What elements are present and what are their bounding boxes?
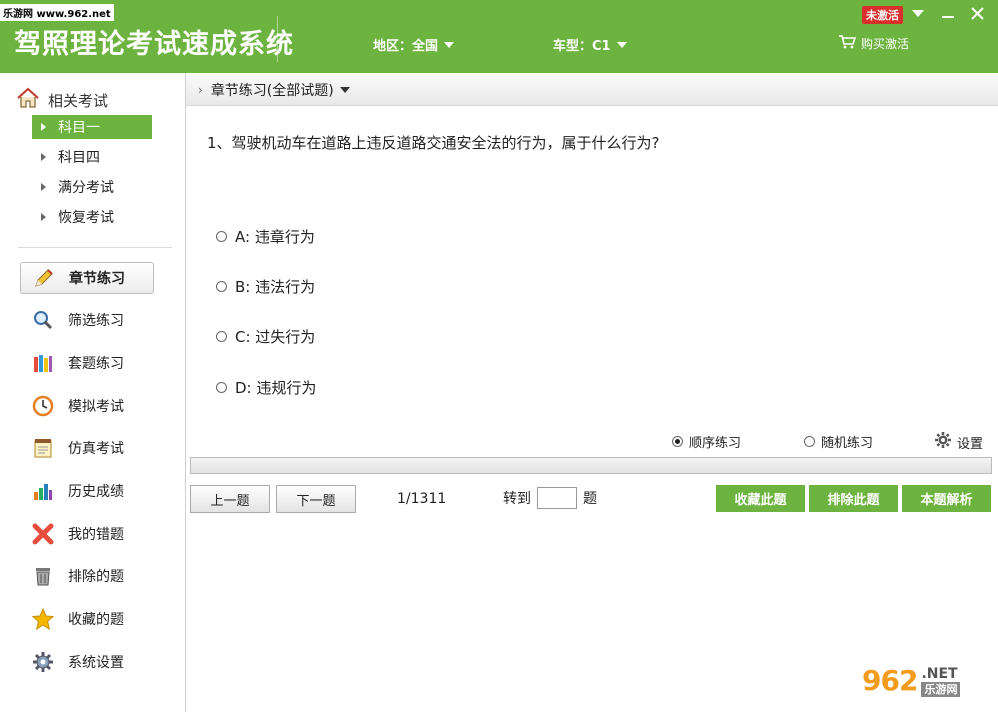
page-indicator: 1/1311 (397, 491, 447, 507)
radio-button[interactable] (216, 281, 227, 292)
books-icon (32, 352, 54, 374)
nav-filter-practice[interactable]: 筛选练习 (20, 304, 154, 336)
goto-label: 转到 (503, 491, 531, 507)
progress-bar (190, 457, 992, 474)
chevron-right-icon (41, 153, 46, 161)
menu-dropdown-icon[interactable] (909, 4, 927, 22)
option-a[interactable]: A: 违章行为 (216, 226, 315, 247)
app-header: 乐游网 www.962.net 驾照理论考试速成系统 地区：全国 车型：C1 购… (0, 0, 998, 73)
close-icon[interactable] (968, 4, 986, 22)
next-question-button[interactable]: 下一题 (276, 485, 356, 513)
region-label: 地区：全国 (373, 39, 439, 54)
app-title: 驾照理论考试速成系统 (14, 29, 294, 60)
option-d[interactable]: D: 违规行为 (216, 377, 316, 398)
chevron-right-icon (41, 213, 46, 221)
question-text: 1、驾驶机动车在道路上违反道路交通安全法的行为，属于什么行为? (207, 134, 660, 152)
chevron-right-icon (41, 183, 46, 191)
nav-mock-exam[interactable]: 模拟考试 (20, 390, 154, 422)
watermark-logo: 962 (862, 664, 918, 697)
chevron-right-icon: › (198, 83, 203, 97)
mode-sequential[interactable]: 顺序练习 (672, 432, 741, 451)
radio-button[interactable] (804, 436, 815, 447)
vehicle-dropdown[interactable]: 车型：C1 (553, 35, 627, 54)
chevron-right-icon (41, 123, 46, 131)
chevron-down-icon (339, 87, 350, 93)
question-explanation-button[interactable]: 本题解析 (902, 485, 991, 512)
home-icon (16, 87, 40, 113)
sidebar-subject-1[interactable]: 科目一 (32, 115, 152, 139)
chevron-down-icon (616, 41, 627, 48)
radio-button[interactable] (216, 231, 227, 242)
buy-label: 购买激活 (861, 36, 910, 51)
radio-button[interactable] (216, 382, 227, 393)
goto-suffix: 题 (583, 491, 597, 507)
mode-random[interactable]: 随机练习 (804, 432, 873, 451)
option-b[interactable]: B: 违法行为 (216, 276, 315, 297)
favorite-question-button[interactable]: 收藏此题 (716, 485, 805, 512)
watermark-top: 乐游网 www.962.net (0, 4, 114, 21)
breadcrumb-label: 章节练习(全部试题) (210, 83, 334, 99)
nav-excluded-questions[interactable]: 排除的题 (20, 560, 154, 592)
option-c[interactable]: C: 过失行为 (216, 326, 315, 347)
sidebar-recovery-exam[interactable]: 恢复考试 (32, 205, 152, 229)
nav-history-scores[interactable]: 历史成绩 (20, 475, 154, 507)
x-mark-icon (32, 523, 54, 545)
related-exams-header: 相关考试 (16, 87, 108, 113)
radio-button[interactable] (216, 331, 227, 342)
watermark-net: .NET (921, 666, 958, 682)
nav-simulation-exam[interactable]: 仿真考试 (20, 432, 154, 464)
vehicle-label: 车型：C1 (553, 39, 611, 54)
cart-icon (838, 34, 857, 52)
nav-set-practice[interactable]: 套题练习 (20, 347, 154, 379)
prev-question-button[interactable]: 上一题 (190, 485, 270, 513)
nav-chapter-practice[interactable]: 章节练习 (20, 262, 154, 294)
star-icon (32, 608, 54, 630)
sidebar-full-score-exam[interactable]: 满分考试 (32, 175, 152, 199)
header-divider (277, 16, 278, 62)
sidebar-divider (18, 247, 172, 248)
bar-chart-icon (32, 480, 54, 502)
magnifier-icon (32, 309, 54, 331)
breadcrumb[interactable]: › 章节练习(全部试题) (186, 75, 998, 106)
related-exams-title: 相关考试 (48, 91, 109, 110)
settings-button[interactable]: 设置 (935, 432, 983, 452)
chevron-down-icon (444, 41, 455, 48)
sidebar-subject-4[interactable]: 科目四 (32, 145, 152, 169)
sidebar: 相关考试 科目一 科目四 满分考试 恢复考试 章节练习 筛选练习 套题练习 模拟… (0, 73, 186, 712)
gear-icon (935, 432, 951, 452)
clock-icon (32, 395, 54, 417)
watermark-bottom: 962 .NET 乐游网 (862, 664, 961, 697)
exclude-question-button[interactable]: 排除此题 (809, 485, 898, 512)
goto-control: 转到 题 (503, 487, 597, 509)
status-badge: 未激活 (862, 6, 903, 24)
radio-button[interactable] (672, 436, 683, 447)
nav-system-settings[interactable]: 系统设置 (20, 646, 154, 678)
goto-input[interactable] (537, 487, 577, 509)
minimize-icon[interactable] (939, 4, 957, 22)
nav-wrong-questions[interactable]: 我的错题 (20, 518, 154, 550)
buy-activate-button[interactable]: 购买激活 (838, 34, 909, 52)
region-dropdown[interactable]: 地区：全国 (373, 35, 455, 54)
gear-icon (32, 651, 54, 673)
notepad-icon (32, 437, 54, 459)
nav-favorite-questions[interactable]: 收藏的题 (20, 603, 154, 635)
pencil-icon (33, 267, 55, 289)
trash-icon (32, 565, 54, 587)
watermark-cn: 乐游网 (921, 682, 961, 697)
